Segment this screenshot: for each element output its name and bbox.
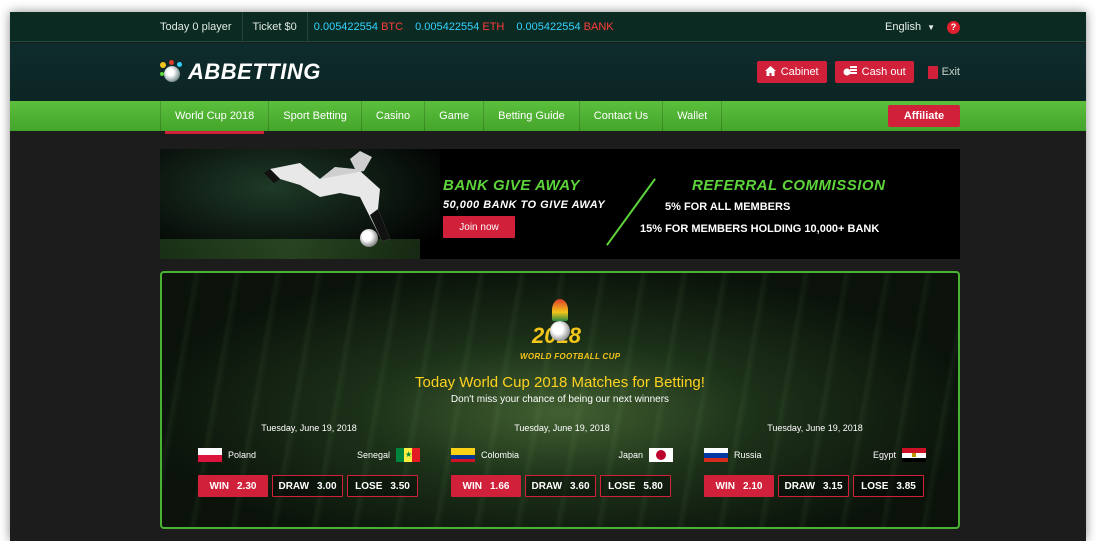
nav-contact-us[interactable]: Contact Us xyxy=(580,101,664,131)
referral-title: REFERRAL COMMISSION xyxy=(692,177,886,194)
odds-draw-button[interactable]: DRAW 3.60 xyxy=(525,475,596,497)
away-team-name: Senegal xyxy=(356,450,390,460)
home-team: Poland xyxy=(198,448,256,462)
away-team: Egypt xyxy=(873,448,926,462)
senegal-flag-icon: ★ xyxy=(396,448,420,462)
poland-flag-icon xyxy=(198,448,222,462)
giveaway-title: BANK GIVE AWAY xyxy=(443,177,581,194)
nav-world-cup[interactable]: World Cup 2018 xyxy=(160,101,270,134)
eth-balance: 0.005422554 ETH xyxy=(415,21,505,33)
match-date: Tuesday, June 19, 2018 xyxy=(514,423,610,433)
odds-lose-button[interactable]: LOSE 3.50 xyxy=(347,475,418,497)
match-card: Tuesday, June 19, 2018 Russia Egypt WIN 2… xyxy=(704,423,926,497)
football-icon xyxy=(360,229,378,247)
referral-line-2: 15% FOR MEMBERS HOLDING 10,000+ BANK xyxy=(640,223,880,235)
odds-draw-button[interactable]: DRAW 3.15 xyxy=(778,475,849,497)
japan-flag-icon xyxy=(649,448,673,462)
home-team-name: Colombia xyxy=(481,450,520,460)
russia-flag-icon xyxy=(704,448,728,462)
world-cup-panel: 2018 WORLD FOOTBALL CUP Today World Cup … xyxy=(160,271,960,529)
giveaway-subtitle: 50,000 BANK TO GIVE AWAY xyxy=(443,199,606,211)
odds-lose-button[interactable]: LOSE 3.85 xyxy=(853,475,924,497)
colombia-flag-icon xyxy=(451,448,475,462)
exit-label: Exit xyxy=(941,66,960,78)
join-now-button[interactable]: Join now xyxy=(443,216,515,238)
nav-wallet[interactable]: Wallet xyxy=(663,101,723,131)
home-team: Russia xyxy=(704,448,762,462)
exit-icon xyxy=(927,65,938,79)
top-bar: Today 0 player Ticket $0 0.005422554 BTC… xyxy=(10,12,1086,42)
main-nav: World Cup 2018 Sport Betting Casino Game… xyxy=(10,101,1086,134)
nav-game[interactable]: Game xyxy=(425,101,485,131)
home-team-name: Russia xyxy=(734,450,762,460)
browser-window: Today 0 player Ticket $0 0.005422554 BTC… xyxy=(10,12,1086,541)
referral-line-1: 5% FOR ALL MEMBERS xyxy=(665,201,791,213)
match-date: Tuesday, June 19, 2018 xyxy=(767,423,863,433)
away-team: Senegal ★ xyxy=(357,448,420,462)
btc-balance: 0.005422554 BTC xyxy=(313,21,404,33)
logo-subtitle: WORLD FOOTBALL CUP xyxy=(520,352,621,361)
exit-button[interactable]: Exit xyxy=(927,65,960,79)
odds-win-button[interactable]: WIN 2.10 xyxy=(704,475,774,497)
bank-balance: 0.005422554 BANK xyxy=(516,21,614,33)
away-team-name: Egypt xyxy=(872,450,896,460)
site-header: ABBETTING Cabinet Cash out Exit xyxy=(10,43,1086,101)
logo-text: ABBETTING xyxy=(188,59,321,84)
home-team: Colombia xyxy=(451,448,519,462)
cashout-button[interactable]: Cash out xyxy=(834,61,914,83)
odds-lose-button[interactable]: LOSE 5.80 xyxy=(600,475,671,497)
ticket-balance: Ticket $0 xyxy=(243,12,308,42)
language-label: English xyxy=(885,21,922,33)
matches-heading: Today World Cup 2018 Matches for Betting… xyxy=(415,374,705,391)
home-team-name: Poland xyxy=(228,450,257,460)
site-logo[interactable]: ABBETTING xyxy=(160,59,321,85)
match-card: Tuesday, June 19, 2018 Poland Senegal ★ … xyxy=(198,423,420,497)
nav-casino[interactable]: Casino xyxy=(362,101,426,131)
language-selector[interactable]: English ▼ xyxy=(885,21,935,33)
home-icon xyxy=(764,65,776,79)
chevron-down-icon: ▼ xyxy=(927,22,935,32)
cabinet-label: Cabinet xyxy=(780,66,819,78)
logo-ball-icon xyxy=(160,60,184,84)
logo-ball-icon xyxy=(550,321,570,341)
promo-banner: BANK GIVE AWAY 50,000 BANK TO GIVE AWAY … xyxy=(160,149,960,259)
odds-win-button[interactable]: WIN 1.66 xyxy=(451,475,521,497)
odds-draw-button[interactable]: DRAW 3.00 xyxy=(272,475,343,497)
help-icon[interactable]: ? xyxy=(947,20,960,34)
affiliate-button[interactable]: Affiliate xyxy=(888,105,960,127)
egypt-flag-icon xyxy=(902,448,926,462)
world-cup-logo: 2018 WORLD FOOTBALL CUP xyxy=(514,293,620,365)
banner-divider xyxy=(606,178,656,246)
cashout-label: Cash out xyxy=(861,66,906,78)
odds-win-button[interactable]: WIN 2.30 xyxy=(198,475,268,497)
match-date: Tuesday, June 19, 2018 xyxy=(261,423,357,433)
away-team: Japan xyxy=(618,448,673,462)
nav-betting-guide[interactable]: Betting Guide xyxy=(484,101,580,131)
matches-subheading: Don't miss your chance of being our next… xyxy=(450,394,670,405)
match-card: Tuesday, June 19, 2018 Colombia Japan WI… xyxy=(451,423,673,497)
cabinet-button[interactable]: Cabinet xyxy=(756,61,827,83)
today-players: Today 0 player xyxy=(160,12,243,42)
away-team-name: Japan xyxy=(618,450,643,460)
money-icon xyxy=(843,65,857,79)
nav-sport-betting[interactable]: Sport Betting xyxy=(269,101,362,131)
football-player-image xyxy=(264,151,390,241)
kremlin-dome-icon xyxy=(552,299,568,321)
